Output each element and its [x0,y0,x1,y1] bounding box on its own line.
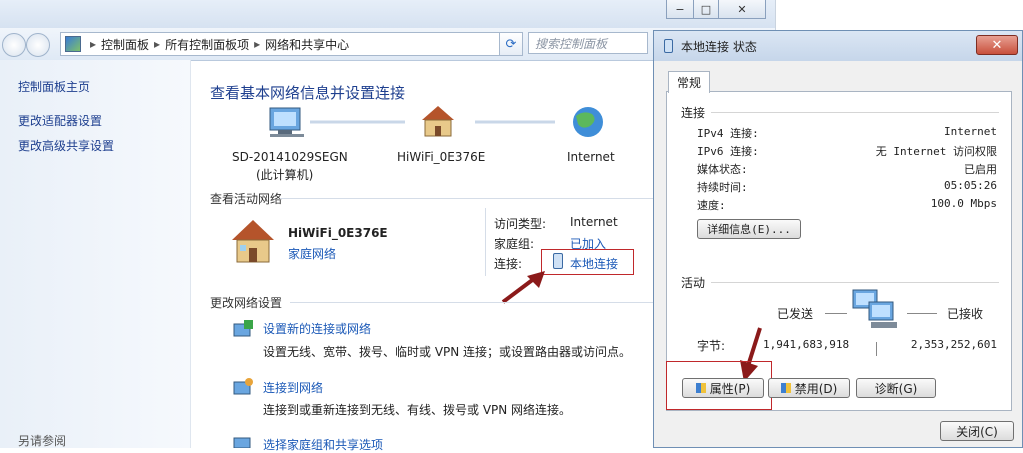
duration-value: 05:05:26 [944,179,997,192]
ipv4-value: Internet [944,125,997,138]
tick [876,342,877,356]
change-settings-heading: 更改网络设置 [210,296,283,310]
task-connect-network-link[interactable]: 连接到网络 [263,379,323,396]
pointer-arrow [501,271,545,304]
dialog-title-bar: 本地连接 状态 ✕ [654,31,1022,61]
node-computer-sub: (此计算机) [256,168,314,182]
speed-value: 100.0 Mbps [930,197,997,210]
details-button[interactable]: 详细信息(E)... [697,219,801,239]
disable-button[interactable]: 禁用(D) [768,378,850,398]
refresh-icon[interactable]: ⟳ [499,32,523,56]
breadcrumb-separator: ▸ [254,37,261,51]
disable-button-label: 禁用(D) [794,381,838,396]
sidebar: 控制面板主页 更改适配器设置 更改高级共享设置 另请参阅 [0,60,191,448]
node-router-name: HiWiFi_0E376E [397,150,486,164]
breadcrumb-separator: ▸ [154,37,161,51]
sent-line [825,313,847,314]
home-network-icon [422,106,454,137]
close-button[interactable]: ✕ [718,0,766,19]
received-line [907,313,937,314]
ethernet-icon [664,39,673,53]
vertical-divider [485,208,486,276]
house-icon [232,220,274,263]
bytes-label: 字节: [697,339,726,353]
homegroup-label: 家庭组: [494,237,535,251]
task-connect-network-desc: 连接到或重新连接到无线、有线、拨号或 VPN 网络连接。 [263,403,572,417]
media-state-label: 媒体状态: [697,163,748,176]
close-dialog-button[interactable]: 关闭(C) [940,421,1014,441]
back-button[interactable] [2,33,26,57]
breadcrumb-all-items[interactable]: 所有控制面板项 [165,36,249,53]
sidebar-item-advanced-sharing[interactable]: 更改高级共享设置 [18,137,114,154]
bytes-sent-value: 1,941,683,918 [763,338,850,351]
dialog-close-button[interactable]: ✕ [976,35,1018,55]
access-type-label: 访问类型: [494,217,547,231]
divider [711,112,999,113]
computer-icon [269,107,304,137]
active-networks-heading: 查看活动网络 [210,192,283,206]
minimize-button[interactable]: − [666,0,694,19]
duration-label: 持续时间: [697,181,748,194]
diagnose-button[interactable]: 诊断(G) [856,378,936,398]
ipv6-label: IPv6 连接: [697,145,759,158]
connect-network-icon [233,378,253,395]
properties-button-label: 属性(P) [709,381,751,396]
divider [280,198,660,199]
divider [290,302,660,303]
node-internet-name: Internet [567,150,615,164]
task-new-connection-desc: 设置无线、宽带、拨号、临时或 VPN 连接；或设置路由器或访问点。 [263,345,632,359]
properties-button[interactable]: 属性(P) [682,378,764,398]
speed-label: 速度: [697,199,726,212]
ipv6-value: 无 Internet 访问权限 [875,145,997,158]
network-map [269,106,603,137]
sidebar-item-adapter-settings[interactable]: 更改适配器设置 [18,112,102,129]
tab-general[interactable]: 常规 [668,71,710,93]
breadcrumb-control-panel[interactable]: 控制面板 [101,36,149,53]
control-panel-icon [65,36,81,52]
shield-icon [780,383,791,393]
task-new-connection-link[interactable]: 设置新的连接或网络 [263,320,371,337]
maximize-button[interactable]: □ [693,0,719,19]
breadcrumb-separator: ▸ [90,37,97,51]
local-connection-status-dialog: 本地连接 状态 ✕ 常规 连接 IPv4 连接: Internet IPv6 连… [653,30,1023,448]
dialog-title: 本地连接 状态 [681,39,757,54]
access-type-value: Internet [570,215,618,229]
internet-globe-icon [573,107,603,137]
local-connection-link[interactable]: 本地连接 [570,255,618,272]
title-bar: − □ ✕ [0,0,775,28]
address-box[interactable]: ▸ 控制面板 ▸ 所有控制面板项 ▸ 网络和共享中心 ▼ [60,32,522,56]
background-window [775,0,1023,30]
shield-icon [695,383,706,393]
see-also-label: 另请参阅 [18,434,67,448]
homegroup-icon [233,437,251,448]
activity-section-heading: 活动 [681,276,706,290]
active-network-name: HiWiFi_0E376E [288,226,388,240]
ipv4-label: IPv4 连接: [697,127,759,140]
media-state-value: 已启用 [964,163,997,176]
received-label: 已接收 [947,307,984,321]
connection-section-heading: 连接 [681,106,706,120]
task-homegroup-link[interactable]: 选择家庭组和共享选项 [263,436,383,453]
bytes-received-value: 2,353,252,601 [910,338,997,351]
forward-button[interactable] [26,33,50,57]
new-connection-icon [233,320,253,337]
network-activity-icon [852,289,897,328]
node-computer-name: SD-20141029SEGN [232,150,348,164]
sent-label: 已发送 [777,307,814,321]
ethernet-icon [553,253,563,269]
divider [711,282,999,283]
sidebar-item-home[interactable]: 控制面板主页 [18,78,90,95]
breadcrumb-network-center[interactable]: 网络和共享中心 [265,36,349,53]
home-network-link[interactable]: 家庭网络 [288,245,336,262]
search-input[interactable]: 搜索控制面板 [528,32,648,54]
